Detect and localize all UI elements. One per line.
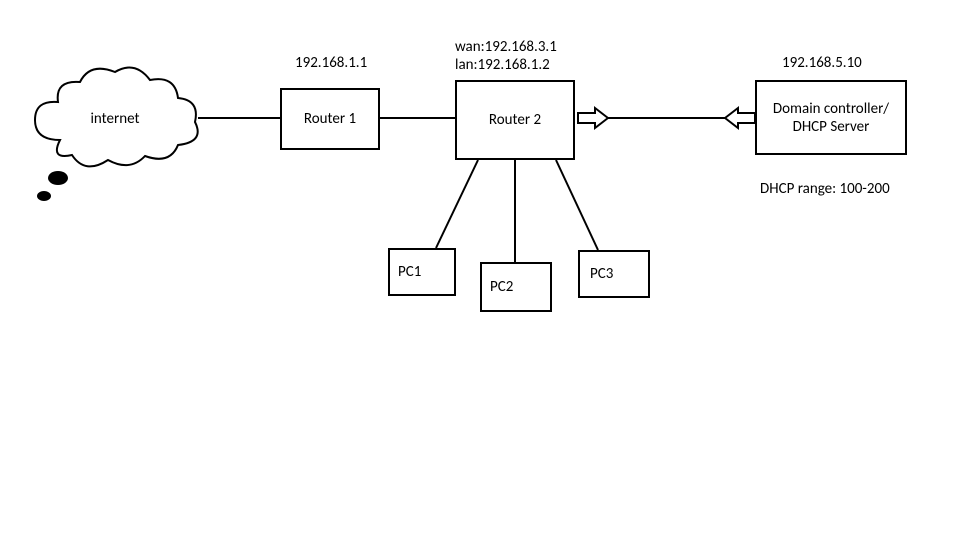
pc1-node: PC1 bbox=[388, 248, 456, 296]
dc-label: Domain controller/ DHCP Server bbox=[763, 100, 899, 136]
router2-wan-label: wan:192.168.3.1 bbox=[455, 38, 557, 57]
internet-label: internet bbox=[70, 110, 160, 128]
edge-router2-pc1 bbox=[436, 160, 478, 248]
router2-lan-label: lan:192.168.1.2 bbox=[455, 56, 550, 75]
edge-router2-pc3 bbox=[556, 160, 598, 250]
router1-ip-label: 192.168.1.1 bbox=[295, 54, 367, 73]
router1-node: Router 1 bbox=[280, 88, 380, 150]
dc-dhcp-range-label: DHCP range: 100-200 bbox=[760, 180, 890, 199]
router2-label: Router 2 bbox=[489, 111, 541, 129]
pc3-node: PC3 bbox=[578, 250, 650, 298]
dc-ip-label: 192.168.5.10 bbox=[782, 54, 862, 73]
pc1-label: PC1 bbox=[398, 263, 421, 281]
pc2-label: PC2 bbox=[490, 278, 513, 296]
arrow-right-icon bbox=[725, 108, 755, 128]
dc-node: Domain controller/ DHCP Server bbox=[755, 80, 907, 155]
router1-label: Router 1 bbox=[304, 110, 356, 128]
router2-node: Router 2 bbox=[455, 80, 575, 160]
pc3-label: PC3 bbox=[590, 265, 613, 283]
pc2-node: PC2 bbox=[480, 262, 552, 312]
arrow-left-icon bbox=[578, 108, 608, 128]
